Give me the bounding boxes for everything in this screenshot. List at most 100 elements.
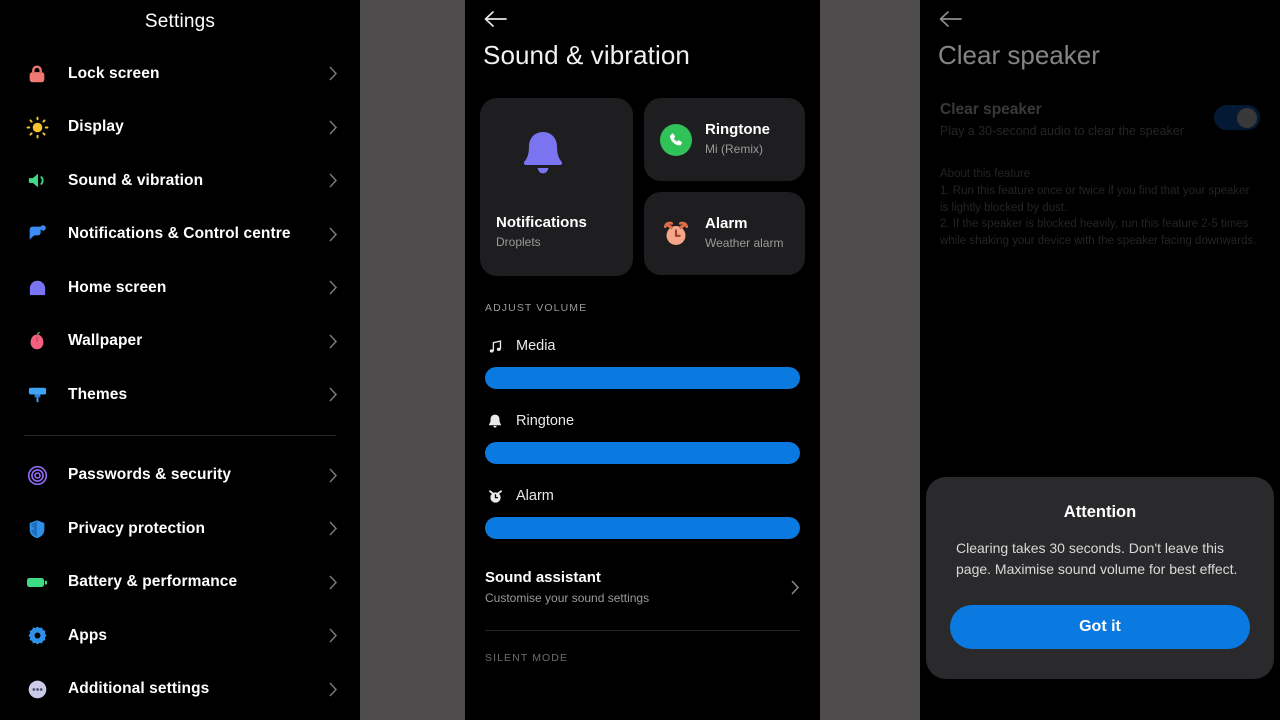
phone-icon bbox=[660, 123, 692, 156]
sound-assistant-row[interactable]: Sound assistant Customise your sound set… bbox=[485, 569, 800, 605]
dialog-body: Clearing takes 30 seconds. Don't leave t… bbox=[956, 540, 1238, 577]
clear-speaker-setting-title: Clear speaker bbox=[940, 101, 1042, 118]
battery-icon bbox=[24, 569, 50, 595]
clear-speaker-toggle[interactable] bbox=[1214, 105, 1260, 130]
got-it-button[interactable]: Got it bbox=[950, 605, 1250, 649]
page-title: Settings bbox=[144, 11, 216, 32]
about-heading: About this feature bbox=[940, 167, 1031, 180]
slider-alarm[interactable] bbox=[485, 517, 800, 539]
tile-subtitle: Mi (Remix) bbox=[705, 141, 763, 156]
settings-panel: Settings Lock screen Display Sound & vib… bbox=[0, 0, 360, 720]
about-this-feature: About this feature 1. Run this feature o… bbox=[920, 141, 1280, 250]
brightness-icon bbox=[24, 114, 50, 140]
flower-icon bbox=[24, 328, 50, 354]
slider-header-ringtone: Ringtone bbox=[485, 411, 800, 431]
sound-vibration-panel: Sound & vibration Notifications Droplets… bbox=[465, 0, 820, 720]
alarm-clock-icon bbox=[485, 486, 505, 506]
page-title: Sound & vibration bbox=[483, 40, 690, 70]
notification-icon bbox=[24, 221, 50, 247]
chevron-right-icon bbox=[329, 280, 338, 295]
sidebar-item-label: Apps bbox=[68, 626, 108, 644]
paint-roller-icon bbox=[24, 382, 50, 408]
gear-icon bbox=[24, 623, 50, 649]
page-title: Clear speaker bbox=[938, 40, 1100, 70]
sidebar-divider bbox=[24, 434, 336, 436]
silent-mode-caption: SILENT MODE bbox=[485, 652, 569, 664]
sidebar-item-passwords-security[interactable]: Passwords & security bbox=[0, 449, 360, 503]
tile-subtitle: Weather alarm bbox=[705, 235, 784, 250]
alarm-clock-icon bbox=[660, 218, 692, 250]
sidebar-item-sound-vibration[interactable]: Sound & vibration bbox=[0, 154, 360, 208]
sidebar-item-label: Privacy protection bbox=[68, 519, 206, 537]
toggle-knob bbox=[1237, 107, 1257, 128]
sound-assistant-subtitle: Customise your sound settings bbox=[485, 591, 650, 605]
sidebar-item-display[interactable]: Display bbox=[0, 101, 360, 155]
music-note-icon bbox=[485, 336, 505, 356]
sidebar-item-label: Sound & vibration bbox=[68, 171, 204, 189]
chevron-right-icon bbox=[329, 468, 338, 483]
shield-icon bbox=[24, 516, 50, 542]
sidebar-item-label: Display bbox=[68, 118, 124, 136]
sidebar-item-label: Wallpaper bbox=[68, 332, 143, 350]
slider-media[interactable] bbox=[485, 367, 800, 389]
sidebar-item-label: Lock screen bbox=[68, 64, 160, 82]
sidebar-item-home-screen[interactable]: Home screen bbox=[0, 261, 360, 315]
sidebar-item-lock-screen[interactable]: Lock screen bbox=[0, 47, 360, 101]
back-arrow-icon[interactable] bbox=[920, 0, 972, 28]
tile-title: Notifications bbox=[496, 214, 587, 231]
tile-title: Alarm bbox=[705, 215, 748, 233]
slider-header-media: Media bbox=[485, 336, 800, 356]
attention-dialog: Attention Clearing takes 30 seconds. Don… bbox=[926, 477, 1274, 679]
clear-speaker-setting-subtitle: Play a 30-second audio to clear the spea… bbox=[940, 124, 1184, 138]
tile-alarm[interactable]: Alarm Weather alarm bbox=[644, 192, 805, 275]
sidebar-item-privacy-protection[interactable]: Privacy protection bbox=[0, 502, 360, 556]
chevron-right-icon bbox=[329, 334, 338, 349]
settings-list: Lock screen Display Sound & vibration No… bbox=[0, 47, 360, 716]
chevron-right-icon bbox=[329, 173, 338, 188]
volume-sliders: Media Ringtone Alarm bbox=[465, 336, 820, 539]
sidebar-item-label: Battery & performance bbox=[68, 573, 238, 591]
sidebar-item-wallpaper[interactable]: Wallpaper bbox=[0, 315, 360, 369]
chevron-right-icon bbox=[329, 575, 338, 590]
bell-icon bbox=[517, 128, 616, 191]
clear-speaker-setting-row[interactable]: Clear speaker Play a 30-second audio to … bbox=[920, 71, 1280, 141]
sidebar-item-themes[interactable]: Themes bbox=[0, 368, 360, 422]
sound-assistant-title: Sound assistant bbox=[485, 569, 601, 586]
chevron-right-icon bbox=[329, 120, 338, 135]
tile-title: Ringtone bbox=[705, 121, 770, 139]
chevron-right-icon bbox=[329, 521, 338, 536]
tile-subtitle: Droplets bbox=[496, 235, 541, 249]
slider-ringtone[interactable] bbox=[485, 442, 800, 464]
back-arrow-icon[interactable] bbox=[465, 0, 517, 28]
home-icon bbox=[24, 275, 50, 301]
chevron-right-icon bbox=[329, 682, 338, 697]
chevron-right-icon bbox=[329, 387, 338, 402]
slider-label: Media bbox=[516, 338, 556, 354]
speaker-icon bbox=[24, 168, 50, 194]
about-line-1: 1. Run this feature once or twice if you… bbox=[940, 184, 1250, 214]
adjust-volume-caption: ADJUST VOLUME bbox=[485, 302, 588, 314]
chevron-right-icon bbox=[329, 628, 338, 643]
tile-ringtone[interactable]: Ringtone Mi (Remix) bbox=[644, 98, 805, 181]
sidebar-item-additional-settings[interactable]: Additional settings bbox=[0, 663, 360, 717]
sidebar-item-apps[interactable]: Apps bbox=[0, 609, 360, 663]
sidebar-item-label: Notifications & Control centre bbox=[68, 225, 291, 243]
slider-label: Alarm bbox=[516, 488, 554, 504]
sidebar-item-notifications-control-centre[interactable]: Notifications & Control centre bbox=[0, 208, 360, 262]
lock-icon bbox=[24, 61, 50, 87]
chevron-right-icon bbox=[329, 227, 338, 242]
screenshot-stage: Settings Lock screen Display Sound & vib… bbox=[0, 0, 1280, 720]
tile-notifications[interactable]: Notifications Droplets bbox=[480, 98, 633, 276]
dialog-title: Attention bbox=[1063, 503, 1137, 521]
slider-label: Ringtone bbox=[516, 413, 575, 429]
sidebar-item-battery-performance[interactable]: Battery & performance bbox=[0, 556, 360, 610]
fingerprint-icon bbox=[24, 462, 50, 488]
sound-tiles-column: Ringtone Mi (Remix) Alarm Weather alarm bbox=[644, 98, 805, 276]
sidebar-item-label: Home screen bbox=[68, 278, 167, 296]
sidebar-item-label: Passwords & security bbox=[68, 466, 232, 484]
clear-speaker-setting-text: Clear speaker Play a 30-second audio to … bbox=[940, 101, 1214, 141]
bell-icon bbox=[485, 411, 505, 431]
slider-header-alarm: Alarm bbox=[485, 486, 800, 506]
ellipsis-bubble-icon bbox=[24, 676, 50, 702]
chevron-right-icon bbox=[329, 66, 338, 81]
